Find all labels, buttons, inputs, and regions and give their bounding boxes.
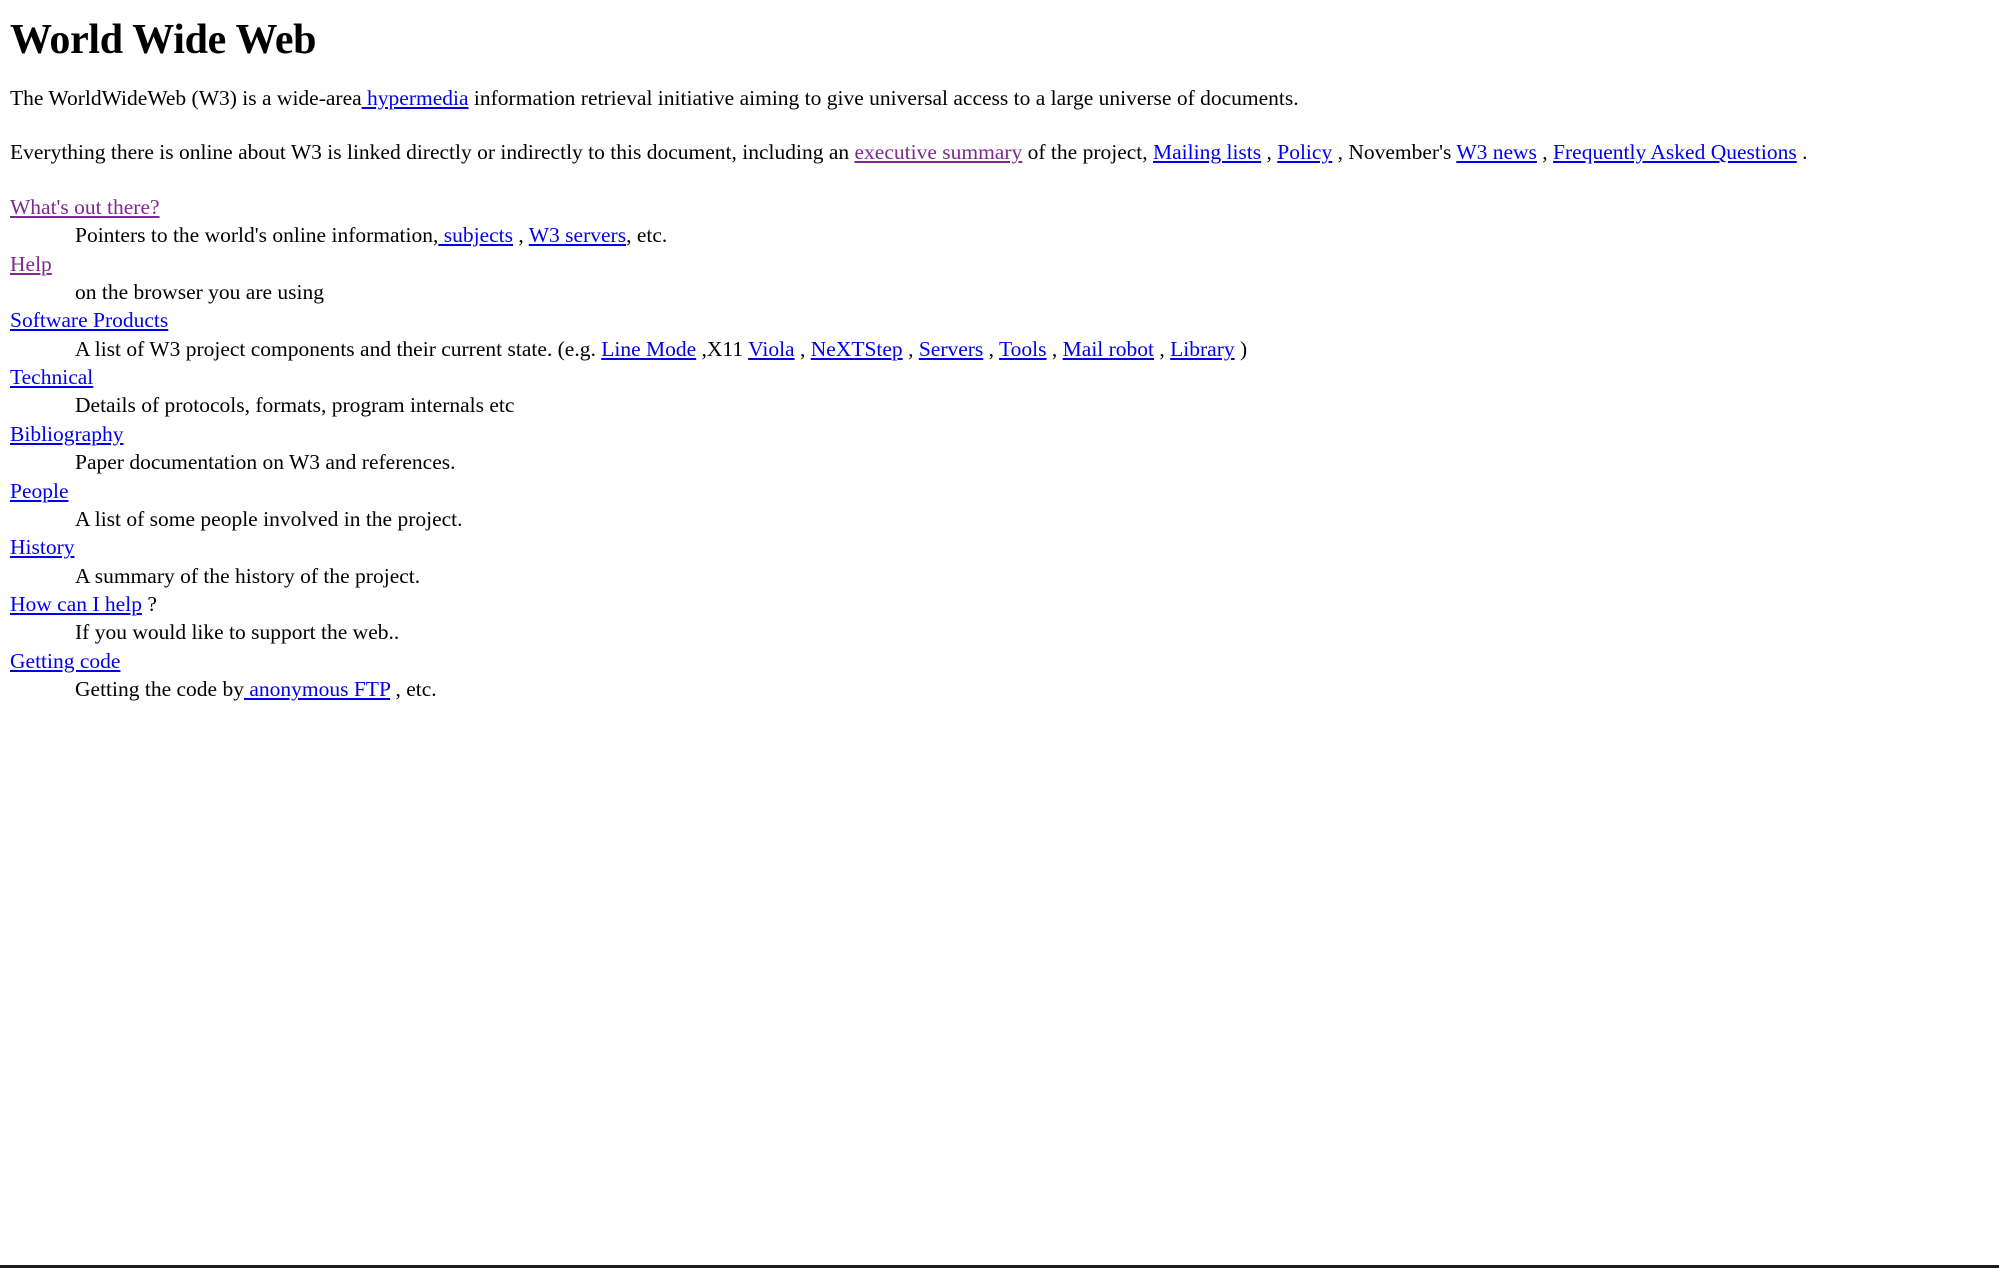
frequently-asked-questions-link[interactable]: Frequently Asked Questions	[1553, 140, 1797, 164]
executive-summary-link[interactable]: executive summary	[855, 140, 1023, 164]
description-text: , etc.	[390, 677, 437, 702]
intro2-text-after: .	[1796, 140, 1808, 165]
description-link[interactable]: Line Mode	[601, 337, 696, 361]
definition-term: Technical	[10, 363, 1989, 391]
description-text: If you would like to support the web..	[75, 620, 400, 645]
term-link[interactable]: What's out there?	[10, 195, 160, 219]
description-text: Details of protocols, formats, program i…	[75, 393, 515, 418]
term-link[interactable]: How can I help	[10, 592, 142, 616]
description-text: A list of W3 project components and thei…	[75, 336, 602, 361]
description-link[interactable]: anonymous FTP	[244, 677, 390, 701]
web-page-body: World Wide Web The WorldWideWeb (W3) is …	[0, 18, 1999, 704]
definition-term: People	[10, 477, 1989, 505]
description-text: ,	[513, 223, 529, 248]
description-text: ,	[902, 336, 919, 361]
definition-description: A summary of the history of the project.	[75, 562, 1989, 590]
w3-news-link[interactable]: W3 news	[1456, 140, 1537, 164]
description-link[interactable]: Mail robot	[1063, 337, 1154, 361]
description-text: ,	[1154, 336, 1171, 361]
definition-description: on the browser you are using	[75, 278, 1989, 306]
definition-description: Pointers to the world's online informati…	[75, 221, 1989, 249]
definition-description: Paper documentation on W3 and references…	[75, 448, 1989, 476]
intro2-text-before: Everything there is online about W3 is l…	[10, 140, 855, 165]
description-text: Getting the code by	[75, 677, 244, 702]
description-text: A list of some people involved in the pr…	[75, 506, 463, 531]
definition-term: Bibliography	[10, 420, 1989, 448]
description-text: ,	[1046, 336, 1063, 361]
definition-description: A list of some people involved in the pr…	[75, 505, 1989, 533]
definition-description: Details of protocols, formats, program i…	[75, 391, 1989, 419]
definition-term: How can I help ?	[10, 590, 1989, 618]
description-link[interactable]: Viola	[748, 337, 794, 361]
intro2-text-mid-4: ,	[1536, 140, 1554, 165]
description-link[interactable]: Library	[1170, 337, 1234, 361]
description-text: )	[1234, 336, 1248, 361]
description-text: ,	[794, 336, 811, 361]
term-link[interactable]: Bibliography	[10, 422, 123, 446]
policy-link[interactable]: Policy	[1277, 140, 1332, 164]
description-text: on the browser you are using	[75, 279, 324, 304]
intro2-text-mid-2: ,	[1261, 140, 1278, 165]
w3-definition-list: What's out there? Pointers to the world's…	[10, 193, 1989, 704]
intro2-text-mid-3: , November's	[1332, 140, 1457, 165]
description-text: ,X11	[696, 336, 749, 361]
description-link[interactable]: W3 servers	[529, 223, 626, 247]
term-link[interactable]: Software Products	[10, 308, 168, 332]
definition-term: History	[10, 533, 1989, 561]
term-link[interactable]: Help	[10, 252, 52, 276]
description-text: Paper documentation on W3 and references…	[75, 450, 456, 475]
intro-text-after-hypermedia: information retrieval initiative aiming …	[468, 86, 1299, 111]
definition-term: Getting code	[10, 647, 1989, 675]
description-link[interactable]: subjects	[438, 223, 513, 247]
description-text: Pointers to the world's online informati…	[75, 223, 439, 248]
definition-description: A list of W3 project components and thei…	[75, 335, 1989, 363]
intro-text-before-hypermedia: The WorldWideWeb (W3) is a wide-area	[10, 86, 362, 111]
term-link[interactable]: Getting code	[10, 649, 120, 673]
description-text: , etc.	[626, 223, 668, 248]
description-link[interactable]: Servers	[919, 337, 983, 361]
definition-term: Help	[10, 250, 1989, 278]
mailing-lists-link[interactable]: Mailing lists	[1153, 140, 1261, 164]
definition-description: If you would like to support the web..	[75, 618, 1989, 646]
page-title: World Wide Web	[10, 17, 317, 63]
definition-description: Getting the code by anonymous FTP , etc.	[75, 675, 1989, 703]
description-text: ,	[983, 336, 1000, 361]
intro2-text-mid-1: of the project,	[1022, 140, 1154, 165]
description-link[interactable]: NeXTStep	[811, 337, 903, 361]
description-link[interactable]: Tools	[999, 337, 1046, 361]
definition-term: Software Products	[10, 306, 1989, 334]
intro-paragraph-1: The WorldWideWeb (W3) is a wide-area hyp…	[10, 84, 1989, 112]
description-text: A summary of the history of the project.	[75, 563, 421, 588]
term-suffix: ?	[141, 592, 157, 617]
intro-paragraph-2: Everything there is online about W3 is l…	[10, 138, 1989, 166]
definition-term: What's out there?	[10, 193, 1989, 221]
term-link[interactable]: People	[10, 479, 69, 503]
hypermedia-link[interactable]: hypermedia	[362, 86, 469, 110]
term-link[interactable]: History	[10, 535, 75, 559]
term-link[interactable]: Technical	[10, 365, 93, 389]
